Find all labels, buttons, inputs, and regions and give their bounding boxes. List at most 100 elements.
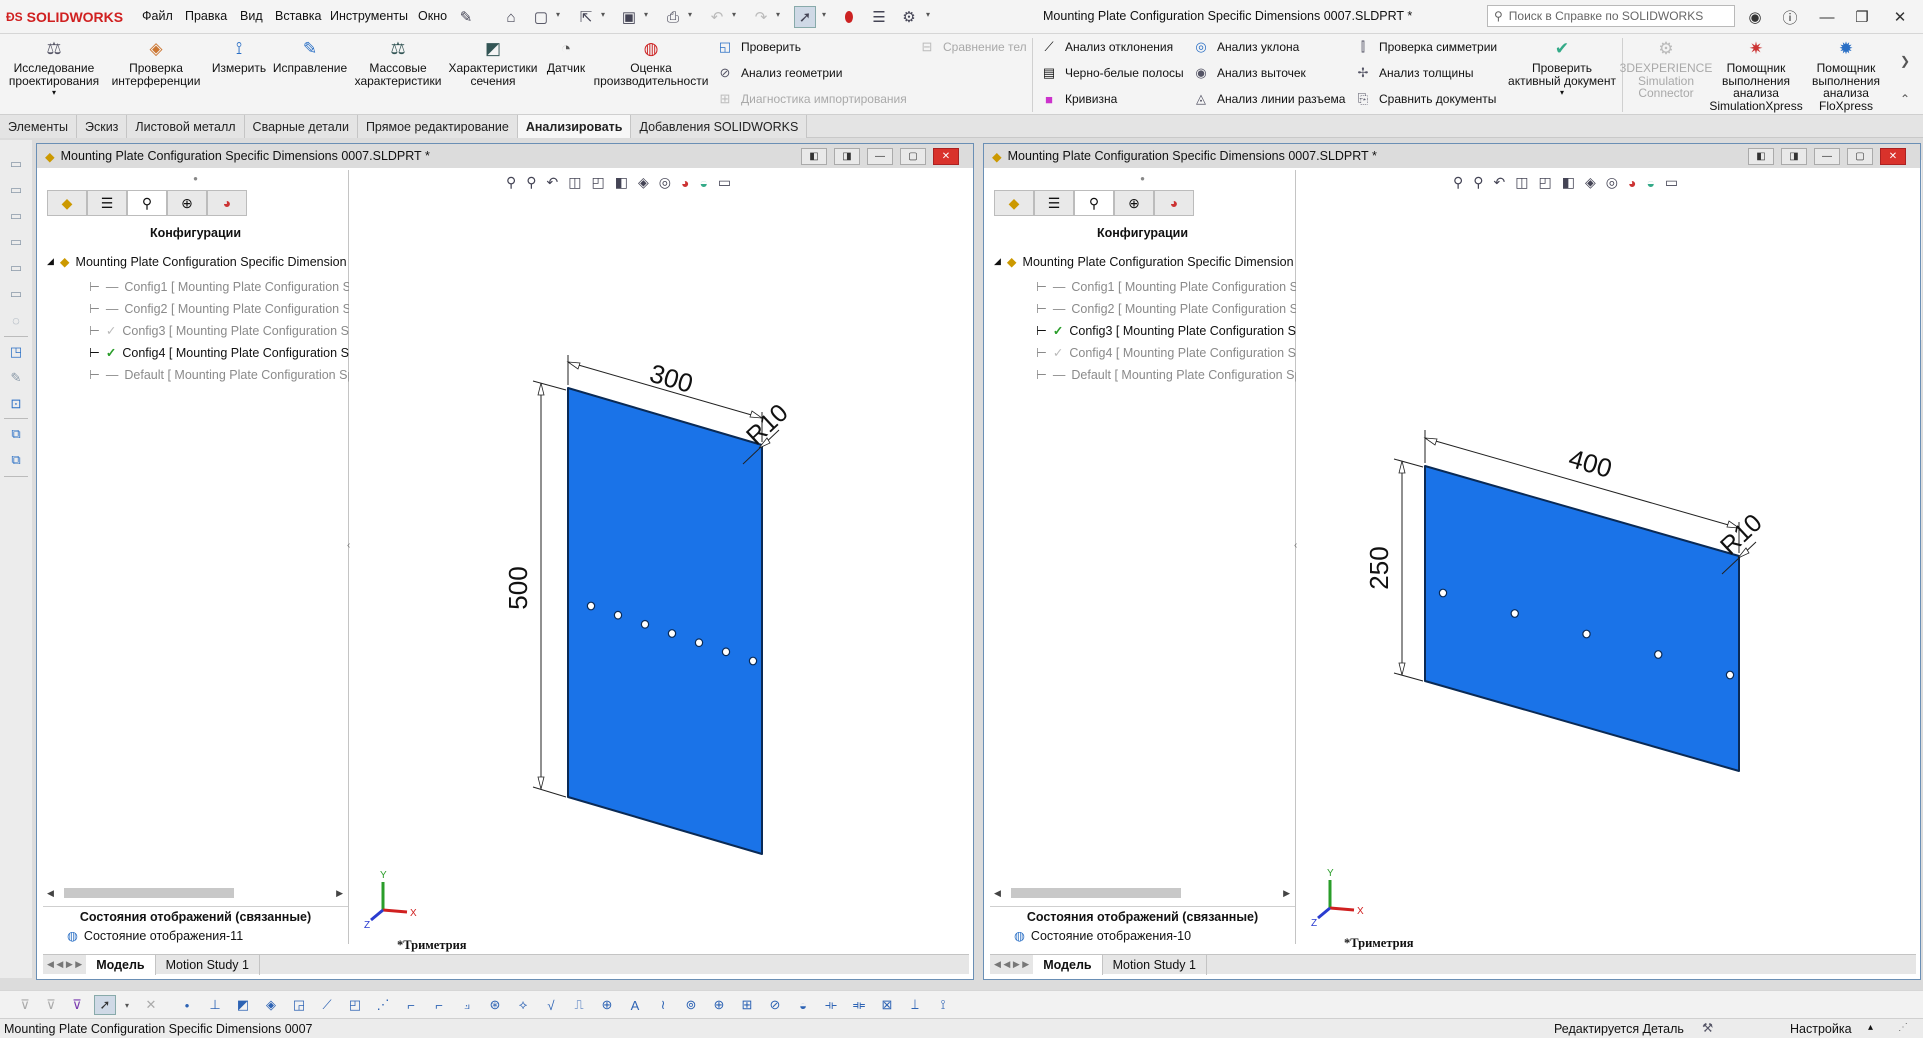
copy-icon[interactable]: ⧉	[6, 424, 26, 444]
redo-icon[interactable]: ↷	[750, 6, 772, 28]
center-mark-icon[interactable]: ⊕	[708, 995, 730, 1015]
panel-grip-icon[interactable]: ●	[990, 174, 1295, 183]
config-item-active[interactable]: ⊢ ✓ Config3 [ Mounting Plate Configuration…	[1036, 323, 1296, 339]
sketch-segment-icon[interactable]: ⌐	[400, 995, 422, 1015]
feature-tree-tab-icon[interactable]: ◆	[994, 190, 1034, 216]
home-icon[interactable]: ⌂	[500, 6, 522, 28]
chevron-down-icon[interactable]: ▾	[556, 10, 560, 19]
measure-button[interactable]: ⟟ Измерить	[208, 38, 270, 75]
save-icon[interactable]: ▣	[618, 6, 640, 28]
draft-analysis-button[interactable]: ◎ Анализ уклона	[1192, 38, 1299, 56]
height-dimension[interactable]: 500	[503, 380, 567, 798]
clear-selection-icon[interactable]: ✕	[140, 995, 162, 1015]
thickness-analysis-button[interactable]: ✢ Анализ толщины	[1354, 64, 1474, 82]
height-dimension[interactable]: 250	[1364, 458, 1424, 682]
tab-features[interactable]: Элементы	[0, 115, 77, 138]
document-window-title-bar[interactable]: ◆ Mounting Plate Configuration Specific …	[37, 144, 973, 168]
graphics-viewport[interactable]: ⚲ ⚲ ↶ ◫ ◰ ◧ ◈ ◎ ◕ ◒ ▭ 400 250 R10 Y X Z …	[1298, 170, 1920, 954]
panel-grip-icon[interactable]: ●	[43, 174, 348, 183]
tab-sheet-metal[interactable]: Листовой металл	[127, 115, 245, 138]
document-window-2[interactable]: ◆ Mounting Plate Configuration Specific …	[983, 143, 1921, 980]
config-item[interactable]: ⊢ — Config2 [ Mounting Plate Configuration…	[1036, 301, 1296, 317]
edge-icon[interactable]: ◲	[288, 995, 310, 1015]
plane-icon[interactable]: ◩	[232, 995, 254, 1015]
geometry-analysis-button[interactable]: ⊘ Анализ геометрии	[716, 64, 843, 82]
config-item-active[interactable]: ⊢ ✓ Config4 [ Mounting Plate Configuration…	[89, 345, 349, 361]
sensor-button[interactable]: ◔ Датчик	[540, 38, 592, 75]
config-item[interactable]: ⊢ — Default [ Mounting Plate Configuration…	[89, 367, 349, 383]
cosmetic-thread-icon[interactable]: ≀	[652, 995, 674, 1015]
hole-callout-icon[interactable]: ⊘	[764, 995, 786, 1015]
surface-finish-icon[interactable]: √	[540, 995, 562, 1015]
new-part-icon[interactable]: ▭	[6, 154, 26, 174]
scrollbar-thumb[interactable]	[63, 888, 234, 898]
axis-icon[interactable]: ⊥	[204, 995, 226, 1015]
symmetry-check-button[interactable]: ⫿ Проверка симметрии	[1354, 38, 1497, 56]
config-item[interactable]: ⊢ — Config2 [ Mounting Plate Configuration…	[89, 301, 349, 317]
mate-reference-icon[interactable]: ⊠	[876, 995, 898, 1015]
datum-target-icon[interactable]: ⊕	[596, 995, 618, 1015]
menu-view[interactable]: Вид	[240, 9, 263, 23]
height-dimension-label[interactable]: 500	[503, 566, 533, 609]
select-pointer-icon[interactable]: ➚	[94, 995, 116, 1015]
file-properties-icon[interactable]: ☰	[868, 6, 890, 28]
sketch-region-icon[interactable]: ⊛	[484, 995, 506, 1015]
face-icon[interactable]: ◈	[260, 995, 282, 1015]
check-button[interactable]: ◱ Проверить	[716, 38, 801, 56]
solidworks-logo[interactable]: ƉS SOLIDWORKS	[6, 8, 123, 26]
plate-face[interactable]	[567, 387, 763, 855]
compare-bodies-button[interactable]: ⊟ Сравнение тел	[918, 38, 1027, 56]
print-icon[interactable]: ⎙	[662, 6, 684, 28]
scroll-left-icon[interactable]: ◀	[994, 888, 1001, 899]
paste-icon[interactable]: ⧉	[6, 450, 26, 470]
design-study-button[interactable]: ⚖ Исследование проектирования ▾	[6, 38, 102, 100]
configuration-manager-tab-icon[interactable]: ⚲	[127, 190, 167, 216]
document-window-1[interactable]: ◆ Mounting Plate Configuration Specific …	[36, 143, 974, 980]
check-active-document-button[interactable]: ✔ Проверить активный документ ▾	[1506, 38, 1618, 100]
horizontal-scrollbar[interactable]: ◀ ▶	[47, 886, 343, 900]
tab-weldments[interactable]: Сварные детали	[244, 115, 358, 138]
tab-model[interactable]: Модель	[86, 954, 156, 975]
width-dimension-label[interactable]: 300	[646, 358, 696, 399]
horizontal-scrollbar[interactable]: ◀ ▶	[994, 886, 1290, 900]
tab-direct-editing[interactable]: Прямое редактирование	[357, 115, 518, 138]
block-icon[interactable]: ◒	[792, 995, 814, 1015]
menu-edit[interactable]: Правка	[185, 9, 227, 23]
tile-left-icon[interactable]: ◧	[801, 148, 827, 165]
menu-insert[interactable]: Вставка	[275, 9, 321, 23]
display-state-item[interactable]: ◍ Состояние отображения-10	[1014, 928, 1191, 944]
tile-left-icon[interactable]: ◧	[1748, 148, 1774, 165]
floxpress-button[interactable]: ✹ Помощник выполнения анализа FloXpress	[1806, 38, 1886, 112]
tab-navigation-arrows-icon[interactable]: ◀ ◀ ▶ ▶	[990, 959, 1033, 970]
midpoint-icon[interactable]: ⊞	[736, 995, 758, 1015]
config-item[interactable]: ⊢ ✓ Config4 [ Mounting Plate Configuration…	[1036, 345, 1296, 361]
ribbon-scroll-right-icon[interactable]: ❯	[1900, 54, 1910, 68]
customize-arrow-icon[interactable]: ▴	[1868, 1022, 1873, 1033]
zebra-stripes-button[interactable]: ▤ Черно-белые полосы	[1040, 64, 1184, 82]
connection-point-icon[interactable]: ⟛	[820, 995, 842, 1015]
display-manager-tab-icon[interactable]: ◕	[207, 190, 247, 216]
scroll-right-icon[interactable]: ▶	[336, 888, 343, 899]
new-document-icon[interactable]: ▢	[530, 6, 552, 28]
config-item[interactable]: ⊢ — Default [ Mounting Plate Configuration…	[1036, 367, 1296, 383]
config-tree-root[interactable]: ◢ ◆ Mounting Plate Configuration Specifi…	[47, 254, 347, 270]
display-state-item[interactable]: ◍ Состояние отображения-11	[67, 928, 243, 944]
sketch-entity-icon[interactable]: ◰	[344, 995, 366, 1015]
pin-icon[interactable]: ✎	[455, 6, 477, 28]
part-model-view[interactable]: 400 250 R10 Y X Z	[1298, 170, 1920, 954]
chevron-down-icon[interactable]: ▾	[926, 10, 930, 19]
minimize-icon[interactable]: —	[867, 148, 893, 165]
3dexperience-simulation-connector-button[interactable]: ⚙ 3DEXPERIENCE Simulation Connector	[1620, 38, 1713, 100]
tab-model[interactable]: Модель	[1033, 954, 1103, 975]
chevron-down-icon[interactable]: ▾	[644, 10, 648, 19]
resize-grip-icon[interactable]: ⋰	[1898, 1022, 1908, 1033]
sketch-contour-icon[interactable]: ⟓	[456, 995, 478, 1015]
config-item[interactable]: ⊢ ✓ Config3 [ Mounting Plate Configuration…	[89, 323, 349, 339]
width-dimension-label[interactable]: 400	[1565, 443, 1615, 484]
collapse-arrow-icon[interactable]: ◢	[47, 256, 54, 267]
filter-selection-icon[interactable]: ⊽	[66, 995, 88, 1015]
menu-tools[interactable]: Инструменты	[330, 9, 408, 23]
dimxpert-tab-icon[interactable]: ⊕	[1114, 190, 1154, 216]
simulationxpress-button[interactable]: ✷ Помощник выполнения анализа SimulationX…	[1708, 38, 1804, 112]
scrollbar-thumb[interactable]	[1010, 888, 1181, 898]
